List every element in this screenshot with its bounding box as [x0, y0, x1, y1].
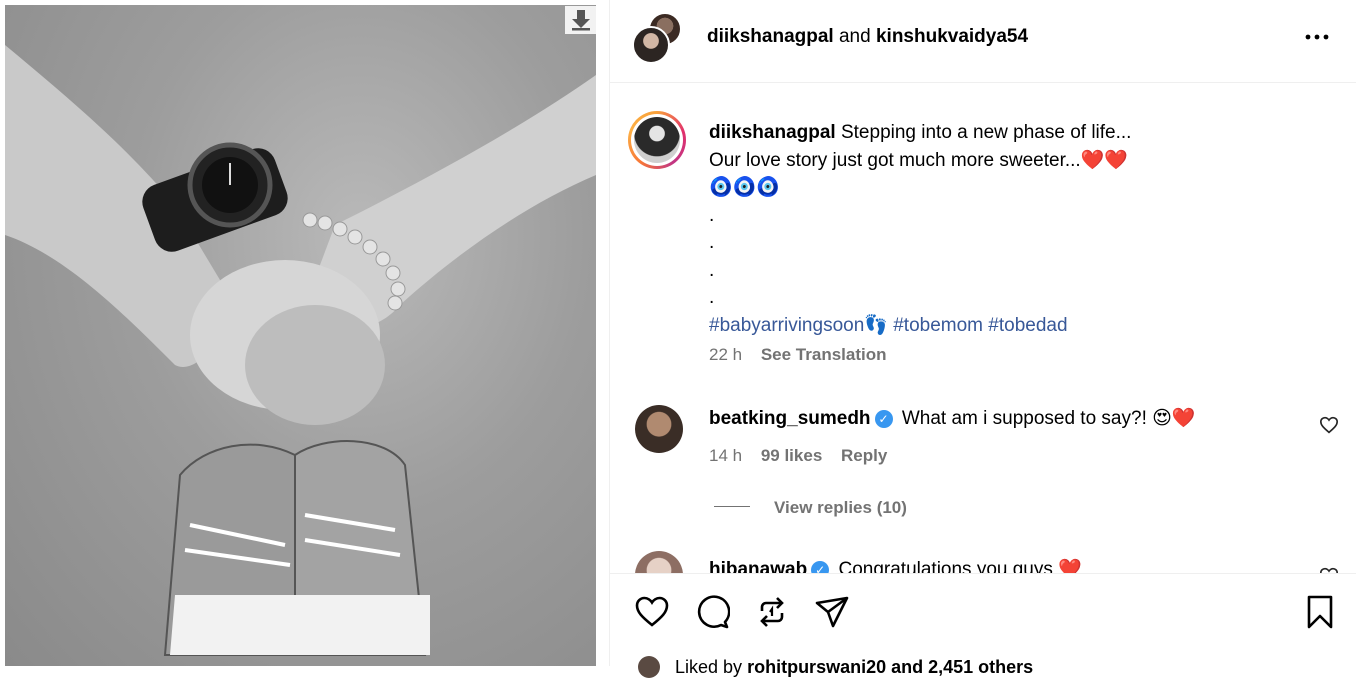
post-actions-bar: Liked by rohitpurswani20 and 2,451 other…	[610, 573, 1356, 678]
more-options-icon[interactable]	[1302, 26, 1332, 48]
caption-dot: .	[709, 287, 715, 308]
download-button[interactable]	[565, 6, 596, 34]
footprints-emoji: 👣	[864, 314, 888, 336]
avatar[interactable]	[638, 656, 660, 678]
comment-icon[interactable]	[694, 594, 730, 630]
comment-timestamp[interactable]: 14 h	[709, 446, 742, 465]
liked-by-others[interactable]: and 2,451 others	[891, 657, 1033, 677]
comments-section[interactable]: diikshanagpal Stepping into a new phase …	[610, 83, 1356, 573]
verified-badge-icon: ✓	[874, 410, 893, 428]
comment-emoji: 😍❤️	[1152, 408, 1196, 429]
caption-dot: .	[709, 204, 715, 226]
repost-icon[interactable]	[754, 594, 790, 630]
comment-likes[interactable]: 99 likes	[761, 446, 822, 465]
post-header: diikshanagpal and kinshukvaidya54	[610, 0, 1356, 83]
post-photo[interactable]	[5, 5, 596, 666]
caption-timestamp[interactable]: 22 h	[709, 345, 742, 364]
caption-username[interactable]: diikshanagpal	[709, 122, 836, 143]
author-username-link[interactable]: diikshanagpal	[707, 26, 834, 47]
see-translation-button[interactable]: See Translation	[761, 345, 887, 364]
comment-text: Congratulations you guys	[838, 559, 1053, 573]
collab-avatars[interactable]	[632, 12, 684, 64]
caption-author-avatar[interactable]	[628, 111, 686, 169]
caption-dot: .	[709, 259, 715, 281]
post-media	[0, 0, 608, 666]
heart-emoji: ❤️❤️	[1080, 149, 1129, 171]
caption-line-2: Our love story just got much more sweete…	[709, 149, 1081, 171]
comment-emoji: ❤️	[1058, 559, 1082, 573]
evil-eye-emoji: 🧿🧿🧿	[709, 177, 780, 198]
comment-username[interactable]: beatking_sumedh	[709, 408, 871, 429]
hashtag-link[interactable]: #babyarrivingsoon	[709, 315, 864, 336]
comment: hibanawab ✓ Congratulations you guys ❤️	[709, 557, 1082, 573]
post-details-panel: diikshanagpal and kinshukvaidya54 diiksh…	[609, 0, 1356, 678]
post-authors: diikshanagpal and kinshukvaidya54	[707, 26, 1028, 48]
reply-button[interactable]: Reply	[841, 446, 887, 465]
caption-line-1: Stepping into a new phase of life...	[840, 122, 1132, 143]
comment-meta: 14 h 99 likes Reply	[709, 446, 887, 466]
caption-dot: .	[709, 232, 715, 253]
comment: beatking_sumedh ✓ What am i supposed to s…	[709, 406, 1269, 430]
send-icon[interactable]	[814, 594, 850, 630]
like-comment-heart-icon[interactable]	[1319, 416, 1339, 434]
hashtag-link[interactable]: #tobedad	[988, 315, 1067, 336]
comment-avatar[interactable]	[635, 405, 683, 453]
download-arrow-icon	[571, 10, 590, 31]
comment-avatar[interactable]	[635, 551, 683, 573]
liked-by-username[interactable]: rohitpurswani20	[747, 657, 886, 677]
heart-icon[interactable]	[634, 594, 670, 630]
coauthor-username-link[interactable]: kinshukvaidya54	[876, 26, 1028, 47]
liked-by-row: Liked by rohitpurswani20 and 2,451 other…	[638, 656, 1033, 678]
authors-joiner: and	[838, 26, 871, 47]
comment-text: What am i supposed to say?!	[901, 408, 1147, 429]
comment-username[interactable]: hibanawab	[709, 559, 807, 573]
avatar	[632, 26, 670, 64]
verified-badge-icon: ✓	[811, 561, 830, 573]
view-replies-button[interactable]: View replies (10)	[714, 498, 907, 518]
bookmark-icon[interactable]	[1302, 594, 1338, 630]
hands-holding-baby-shoes-image	[5, 45, 596, 656]
post-caption: diikshanagpal Stepping into a new phase …	[709, 119, 1329, 369]
hashtag-link[interactable]: #tobemom	[893, 315, 983, 336]
